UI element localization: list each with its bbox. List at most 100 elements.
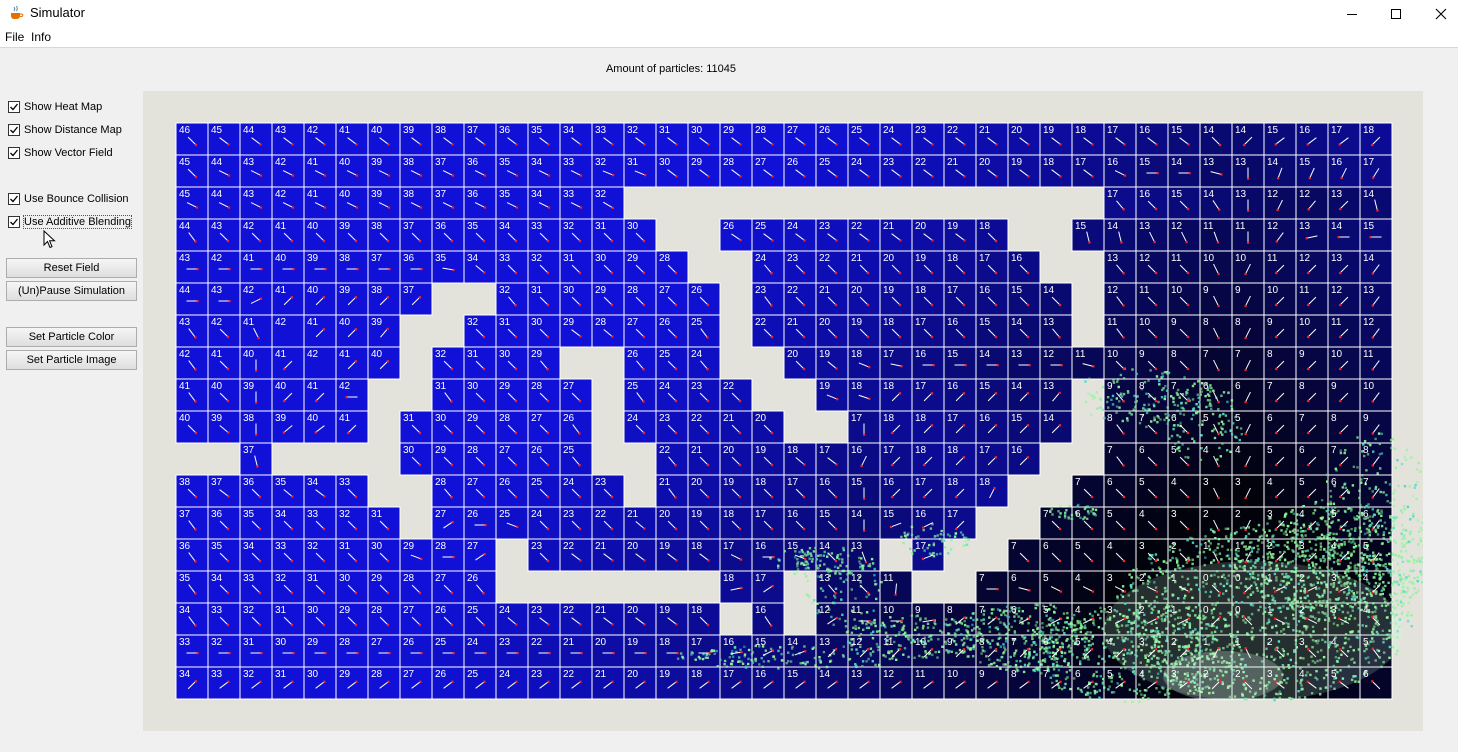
- distance-label: 15: [851, 477, 863, 488]
- distance-label: 18: [947, 253, 959, 264]
- distance-label: 14: [1107, 221, 1119, 232]
- distance-label: 35: [243, 509, 255, 520]
- vector-head: [1091, 617, 1095, 620]
- vector-head: [962, 648, 966, 651]
- vector-head: [1275, 431, 1278, 435]
- checkbox-box[interactable]: [8, 193, 20, 205]
- checkbox-box[interactable]: [8, 101, 20, 113]
- vector-head: [1275, 527, 1278, 531]
- vector-head: [675, 680, 678, 683]
- vector-head: [1154, 207, 1158, 211]
- show-distance-map-checkbox[interactable]: Show Distance Map: [8, 122, 122, 138]
- vector-head: [962, 392, 966, 395]
- vector-head: [642, 431, 646, 435]
- distance-label: 37: [435, 189, 447, 200]
- distance-label: 33: [531, 221, 543, 232]
- distance-label: 30: [691, 125, 703, 136]
- distance-label: 4: [1107, 541, 1113, 552]
- vector-head: [1026, 456, 1030, 459]
- checkbox-box[interactable]: [8, 124, 20, 136]
- vector-head: [1244, 304, 1247, 308]
- vector-head: [1371, 647, 1374, 650]
- distance-label: 32: [595, 157, 607, 168]
- vector-head: [386, 527, 390, 531]
- distance-label: 11: [1267, 253, 1278, 264]
- distance-label: 15: [1011, 413, 1023, 424]
- vector-head: [706, 623, 710, 627]
- vector-head: [578, 432, 581, 435]
- vector-head: [930, 424, 934, 427]
- distance-label: 17: [947, 413, 959, 424]
- vector-head: [483, 680, 486, 683]
- vector-head: [642, 335, 646, 339]
- distance-label: 17: [691, 637, 703, 648]
- distance-label: 5: [1363, 541, 1369, 552]
- distance-label: 29: [627, 253, 639, 264]
- checkbox-box[interactable]: [8, 216, 20, 228]
- vector-head: [1277, 177, 1280, 180]
- distance-label: 24: [787, 221, 799, 232]
- vector-head: [643, 623, 646, 626]
- simulation-area[interactable]: 46 45 44 43 42 41 40 39 38 37 36 35 34 33 32 31 30 29 28 27…: [143, 91, 1423, 731]
- vector-head: [482, 431, 486, 435]
- java-cup-icon: [11, 5, 24, 19]
- maximize-button[interactable]: [1373, 0, 1419, 27]
- menu-info[interactable]: Info: [31, 30, 51, 44]
- set-particle-image-button[interactable]: Set Particle Image: [6, 350, 137, 370]
- pause-simulation-button[interactable]: (Un)Pause Simulation: [6, 281, 137, 301]
- vector-head: [483, 174, 487, 177]
- vector-head: [1307, 399, 1310, 403]
- distance-label: 29: [691, 157, 703, 168]
- distance-label: 4: [1331, 541, 1337, 552]
- menu-file[interactable]: File: [5, 30, 24, 44]
- vector-head: [354, 495, 358, 499]
- close-button[interactable]: [1418, 0, 1458, 27]
- distance-label: 27: [467, 541, 479, 552]
- vector-head: [642, 271, 646, 275]
- vector-head: [1026, 424, 1030, 427]
- distance-label: 29: [435, 445, 447, 456]
- distance-label: 19: [883, 285, 895, 296]
- vector-head: [835, 680, 838, 683]
- vector-head: [1027, 680, 1030, 683]
- set-particle-color-button[interactable]: Set Particle Color: [6, 327, 137, 347]
- minimize-button[interactable]: [1329, 0, 1375, 27]
- show-heat-map-checkbox[interactable]: Show Heat Map: [8, 99, 102, 115]
- vector-head: [1028, 364, 1031, 367]
- show-vector-field-checkbox[interactable]: Show Vector Field: [8, 145, 113, 161]
- use-additive-blending-checkbox[interactable]: Use Additive Blending: [8, 214, 133, 230]
- distance-label: 27: [403, 605, 415, 616]
- simulation-field[interactable]: 46 45 44 43 42 41 40 39 38 37 36 35 34 33 32 31 30 29 28 27…: [143, 91, 1423, 731]
- vector-head: [255, 433, 258, 436]
- vector-head: [258, 527, 262, 531]
- vector-head: [514, 495, 518, 499]
- vector-head: [1339, 463, 1342, 467]
- distance-label: 13: [1107, 253, 1119, 264]
- vector-head: [674, 303, 678, 307]
- distance-label: 43: [179, 317, 191, 328]
- distance-label: 32: [307, 541, 319, 552]
- checkbox-box[interactable]: [8, 147, 20, 159]
- distance-label: 17: [947, 509, 959, 520]
- distance-label: 0: [1203, 573, 1209, 584]
- distance-label: 29: [307, 637, 319, 648]
- distance-label: 24: [467, 637, 479, 648]
- distance-label: 5: [1043, 605, 1049, 616]
- vector-head: [923, 463, 926, 467]
- distance-label: 18: [691, 669, 703, 680]
- vector-head: [1307, 367, 1310, 371]
- distance-label: 23: [883, 157, 895, 168]
- distance-label: 17: [755, 573, 767, 584]
- vector-head: [226, 559, 230, 563]
- vector-head: [419, 143, 422, 146]
- vector-head: [835, 175, 838, 178]
- vector-head: [227, 680, 230, 683]
- distance-label: 32: [531, 253, 543, 264]
- vector-head: [451, 174, 455, 177]
- use-bounce-collision-checkbox[interactable]: Use Bounce Collision: [8, 191, 129, 207]
- vector-head: [227, 495, 230, 498]
- vector-head: [835, 616, 838, 620]
- vector-head: [1338, 143, 1341, 146]
- distance-label: 30: [307, 669, 319, 680]
- reset-field-button[interactable]: Reset Field: [6, 258, 137, 278]
